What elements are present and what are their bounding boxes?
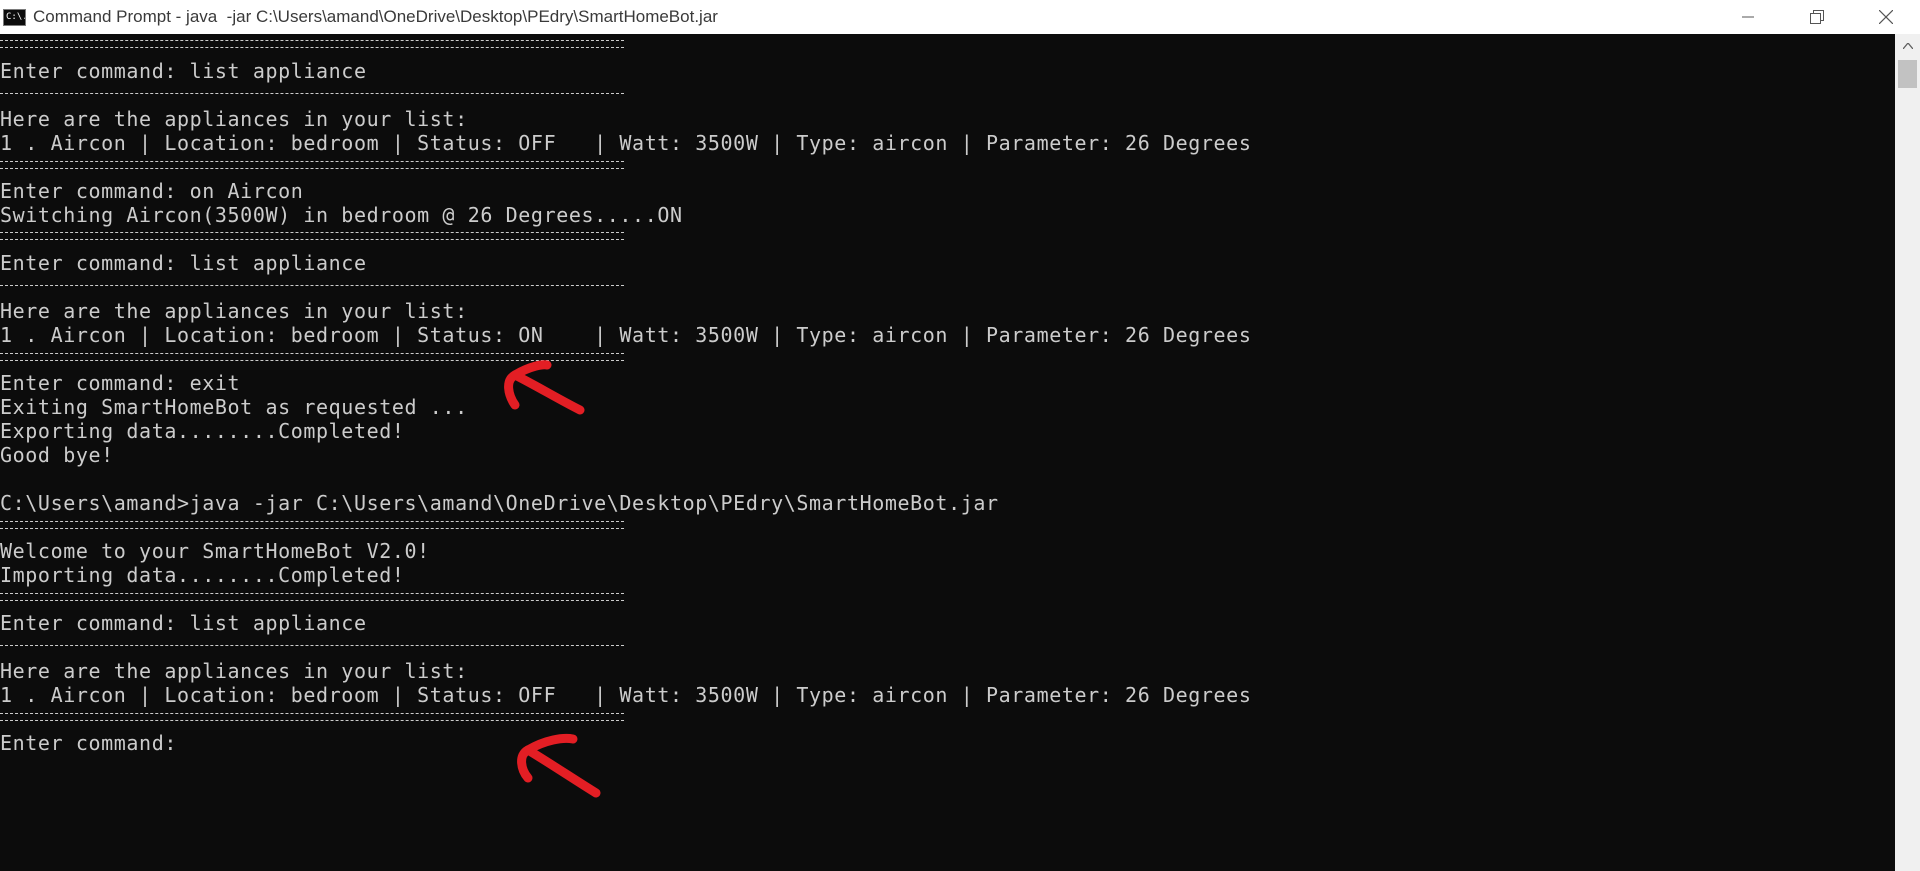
vertical-scrollbar[interactable] — [1895, 34, 1920, 871]
separator-double — [0, 232, 624, 240]
minimize-icon — [1741, 16, 1754, 18]
console-output[interactable]: Enter command: list appliance Here are t… — [0, 34, 1895, 871]
console-line: Welcome to your SmartHomeBot V2.0! — [0, 539, 430, 563]
console-line: C:\Users\amand>java -jar C:\Users\amand\… — [0, 491, 999, 515]
console-line: 1 . Aircon | Location: bedroom | Status:… — [0, 683, 1252, 707]
console-line: Exporting data........Completed! — [0, 419, 405, 443]
separator-double — [0, 353, 624, 361]
console-line: Enter command: list appliance — [0, 611, 367, 635]
minimize-button[interactable] — [1713, 0, 1782, 34]
title-bar[interactable]: C:\. Command Prompt - java -jar C:\Users… — [0, 0, 1920, 34]
console-input-prompt[interactable]: Enter command: — [0, 731, 190, 755]
close-icon — [1878, 10, 1893, 24]
command-prompt-icon: C:\. — [3, 8, 26, 26]
console-line: Here are the appliances in your list: — [0, 299, 468, 323]
console-line: Enter command: on Aircon — [0, 179, 304, 203]
scrollbar-thumb[interactable] — [1898, 60, 1917, 88]
scroll-up-button[interactable] — [1895, 34, 1920, 58]
console-line: 1 . Aircon | Location: bedroom | Status:… — [0, 131, 1252, 155]
chevron-up-icon — [1902, 43, 1913, 49]
console-line: Enter command: exit — [0, 371, 241, 395]
command-prompt-window: C:\. Command Prompt - java -jar C:\Users… — [0, 0, 1920, 871]
separator-single — [0, 645, 624, 648]
console-line: Good bye! — [0, 443, 114, 467]
separator-double — [0, 593, 624, 601]
separator-double — [0, 713, 624, 721]
separator-double — [0, 40, 624, 48]
separator-double — [0, 161, 624, 169]
console-line: Here are the appliances in your list: — [0, 659, 468, 683]
console-line: Enter command: list appliance — [0, 251, 367, 275]
window-controls — [1713, 0, 1920, 34]
separator-single — [0, 93, 624, 96]
console-line: Importing data........Completed! — [0, 563, 405, 587]
separator-single — [0, 285, 624, 288]
console-line: Here are the appliances in your list: — [0, 107, 468, 131]
window-title: Command Prompt - java -jar C:\Users\aman… — [33, 7, 718, 26]
console-line: Exiting SmartHomeBot as requested ... — [0, 395, 468, 419]
restore-button[interactable] — [1782, 0, 1851, 34]
restore-icon — [1809, 10, 1824, 24]
console-line: Enter command: list appliance — [0, 59, 367, 83]
separator-double — [0, 521, 624, 529]
console-line: 1 . Aircon | Location: bedroom | Status:… — [0, 323, 1252, 347]
close-button[interactable] — [1851, 0, 1920, 34]
console-line: Switching Aircon(3500W) in bedroom @ 26 … — [0, 203, 683, 227]
